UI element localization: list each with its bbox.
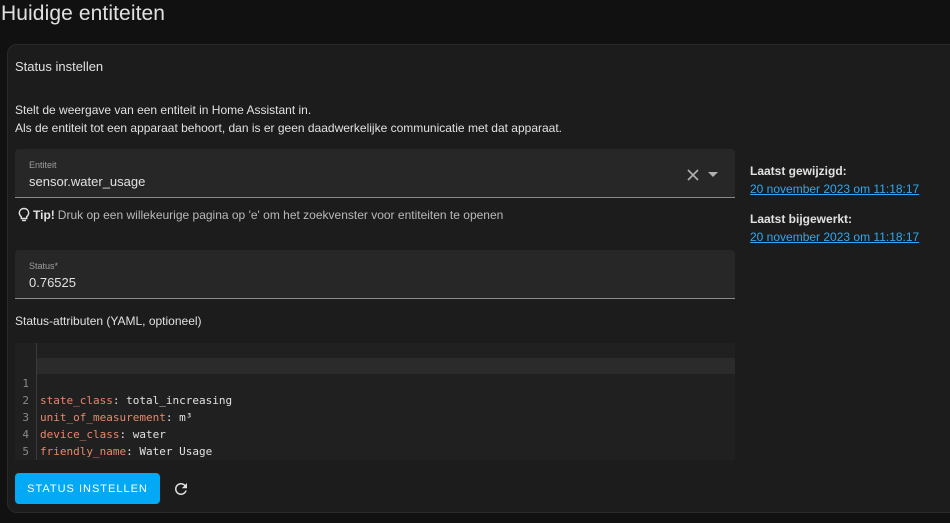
code-line[interactable]: 3 device_class: water	[15, 392, 735, 441]
state-field-label: Status*	[29, 261, 59, 271]
set-state-button[interactable]: STATUS INSTELLEN	[15, 473, 160, 504]
close-icon[interactable]	[687, 169, 699, 181]
yaml-key: friendly_name	[40, 445, 127, 458]
entity-field-label: Entiteit	[29, 160, 57, 170]
card-description: Stelt de weergave van een entiteit in Ho…	[15, 101, 562, 137]
lightbulb-icon	[18, 207, 30, 222]
tip-label: Tip!	[33, 208, 55, 222]
description-line-2: Als de entiteit tot een apparaat behoort…	[15, 121, 563, 135]
yaml-value: Water Usage	[139, 445, 213, 458]
code-line[interactable]: 5	[15, 426, 735, 458]
line-number: 5	[22, 445, 29, 458]
last-updated-label: Laatst bijgewerkt:	[750, 212, 853, 226]
tip-text: Druk op een willekeurige pagina op 'e' o…	[57, 208, 504, 222]
entity-picker[interactable]: Entiteit sensor.water_usage	[15, 149, 735, 198]
code-line[interactable]: 2 unit_of_measurement: m³	[15, 375, 735, 424]
card-title: Status instellen	[15, 59, 104, 74]
code-line[interactable]: 4 friendly_name: Water Usage	[15, 409, 735, 458]
state-field-value[interactable]: 0.76525	[29, 275, 76, 290]
yaml-editor[interactable]: 1 state_class: total_increasing 2 unit_o…	[15, 343, 735, 460]
dropdown-arrow-icon[interactable]	[708, 172, 718, 177]
code-line[interactable]: 1 state_class: total_increasing	[15, 358, 735, 407]
refresh-icon[interactable]	[172, 480, 190, 498]
last-changed-label: Laatst gewijzigd:	[750, 164, 847, 178]
entity-field-value[interactable]: sensor.water_usage	[29, 174, 145, 189]
yaml-separator: :	[126, 445, 140, 458]
state-input[interactable]: Status* 0.76525	[15, 250, 735, 299]
last-changed-link[interactable]: 20 november 2023 om 11:18:17	[750, 182, 919, 196]
attributes-label: Status-attributen (YAML, optioneel)	[15, 314, 202, 328]
description-line-1: Stelt de weergave van een entiteit in Ho…	[15, 103, 312, 117]
last-updated-link[interactable]: 20 november 2023 om 11:18:17	[750, 230, 919, 244]
tip: Tip! Druk op een willekeurige pagina op …	[17, 207, 503, 223]
page-title: Huidige entiteiten	[1, 2, 166, 25]
